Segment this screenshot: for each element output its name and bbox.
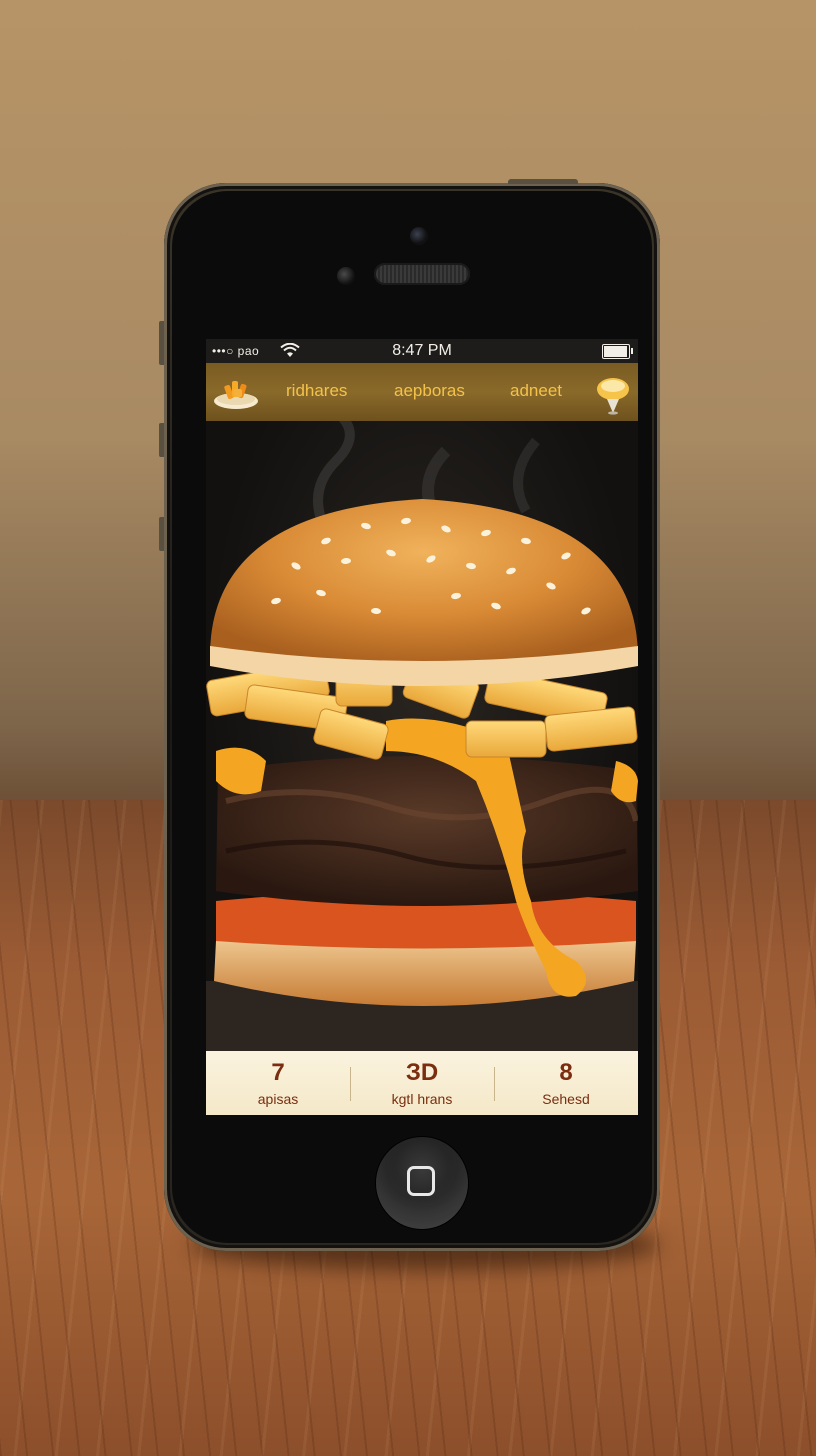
- proximity-sensor: [337, 267, 355, 285]
- volume-up-button[interactable]: [159, 423, 164, 457]
- top-nav-bar: ridhares aepboras adneet: [206, 363, 638, 422]
- home-square-icon: [407, 1166, 435, 1196]
- burger-illustration: [206, 412, 638, 1051]
- nav-item-1[interactable]: ridhares: [286, 381, 347, 401]
- stats-footer-bar: 7 apisas ЗD kgtl hrans 8 Sehesd: [206, 1051, 638, 1115]
- stat-item-3[interactable]: 8 Sehesd: [494, 1051, 638, 1115]
- bowl-icon[interactable]: [596, 377, 630, 415]
- nav-item-3[interactable]: adneet: [510, 381, 562, 401]
- stat-label-1: apisas: [257, 1091, 299, 1107]
- stat-label-2: kgtl hrans: [391, 1091, 453, 1107]
- app-screen: •••○ pao 8:47 PM ridhares aepboras adnee…: [206, 339, 638, 1115]
- front-camera: [410, 227, 428, 245]
- stat-value-1: 7: [271, 1059, 285, 1086]
- stat-item-1[interactable]: 7 apisas: [206, 1051, 350, 1115]
- stat-value-2: ЗD: [405, 1059, 439, 1086]
- smartphone-device: •••○ pao 8:47 PM ridhares aepboras adnee…: [159, 179, 660, 1251]
- status-time: 8:47 PM: [392, 342, 452, 359]
- earpiece-speaker: [374, 263, 470, 285]
- power-button[interactable]: [508, 179, 578, 184]
- nav-item-2[interactable]: aepboras: [394, 381, 465, 401]
- fries-bowl-icon[interactable]: [212, 373, 260, 411]
- stat-label-3: Sehesd: [542, 1091, 590, 1107]
- status-bar: •••○ pao 8:47 PM: [206, 339, 638, 363]
- mute-switch[interactable]: [159, 321, 164, 365]
- volume-down-button[interactable]: [159, 517, 164, 551]
- stat-value-3: 8: [559, 1059, 573, 1086]
- stat-item-2[interactable]: ЗD kgtl hrans: [350, 1051, 494, 1115]
- burger-hero-image: [206, 412, 638, 1051]
- phone-front: •••○ pao 8:47 PM ridhares aepboras adnee…: [172, 191, 652, 1243]
- home-button[interactable]: [376, 1137, 468, 1229]
- battery-icon: [602, 344, 633, 359]
